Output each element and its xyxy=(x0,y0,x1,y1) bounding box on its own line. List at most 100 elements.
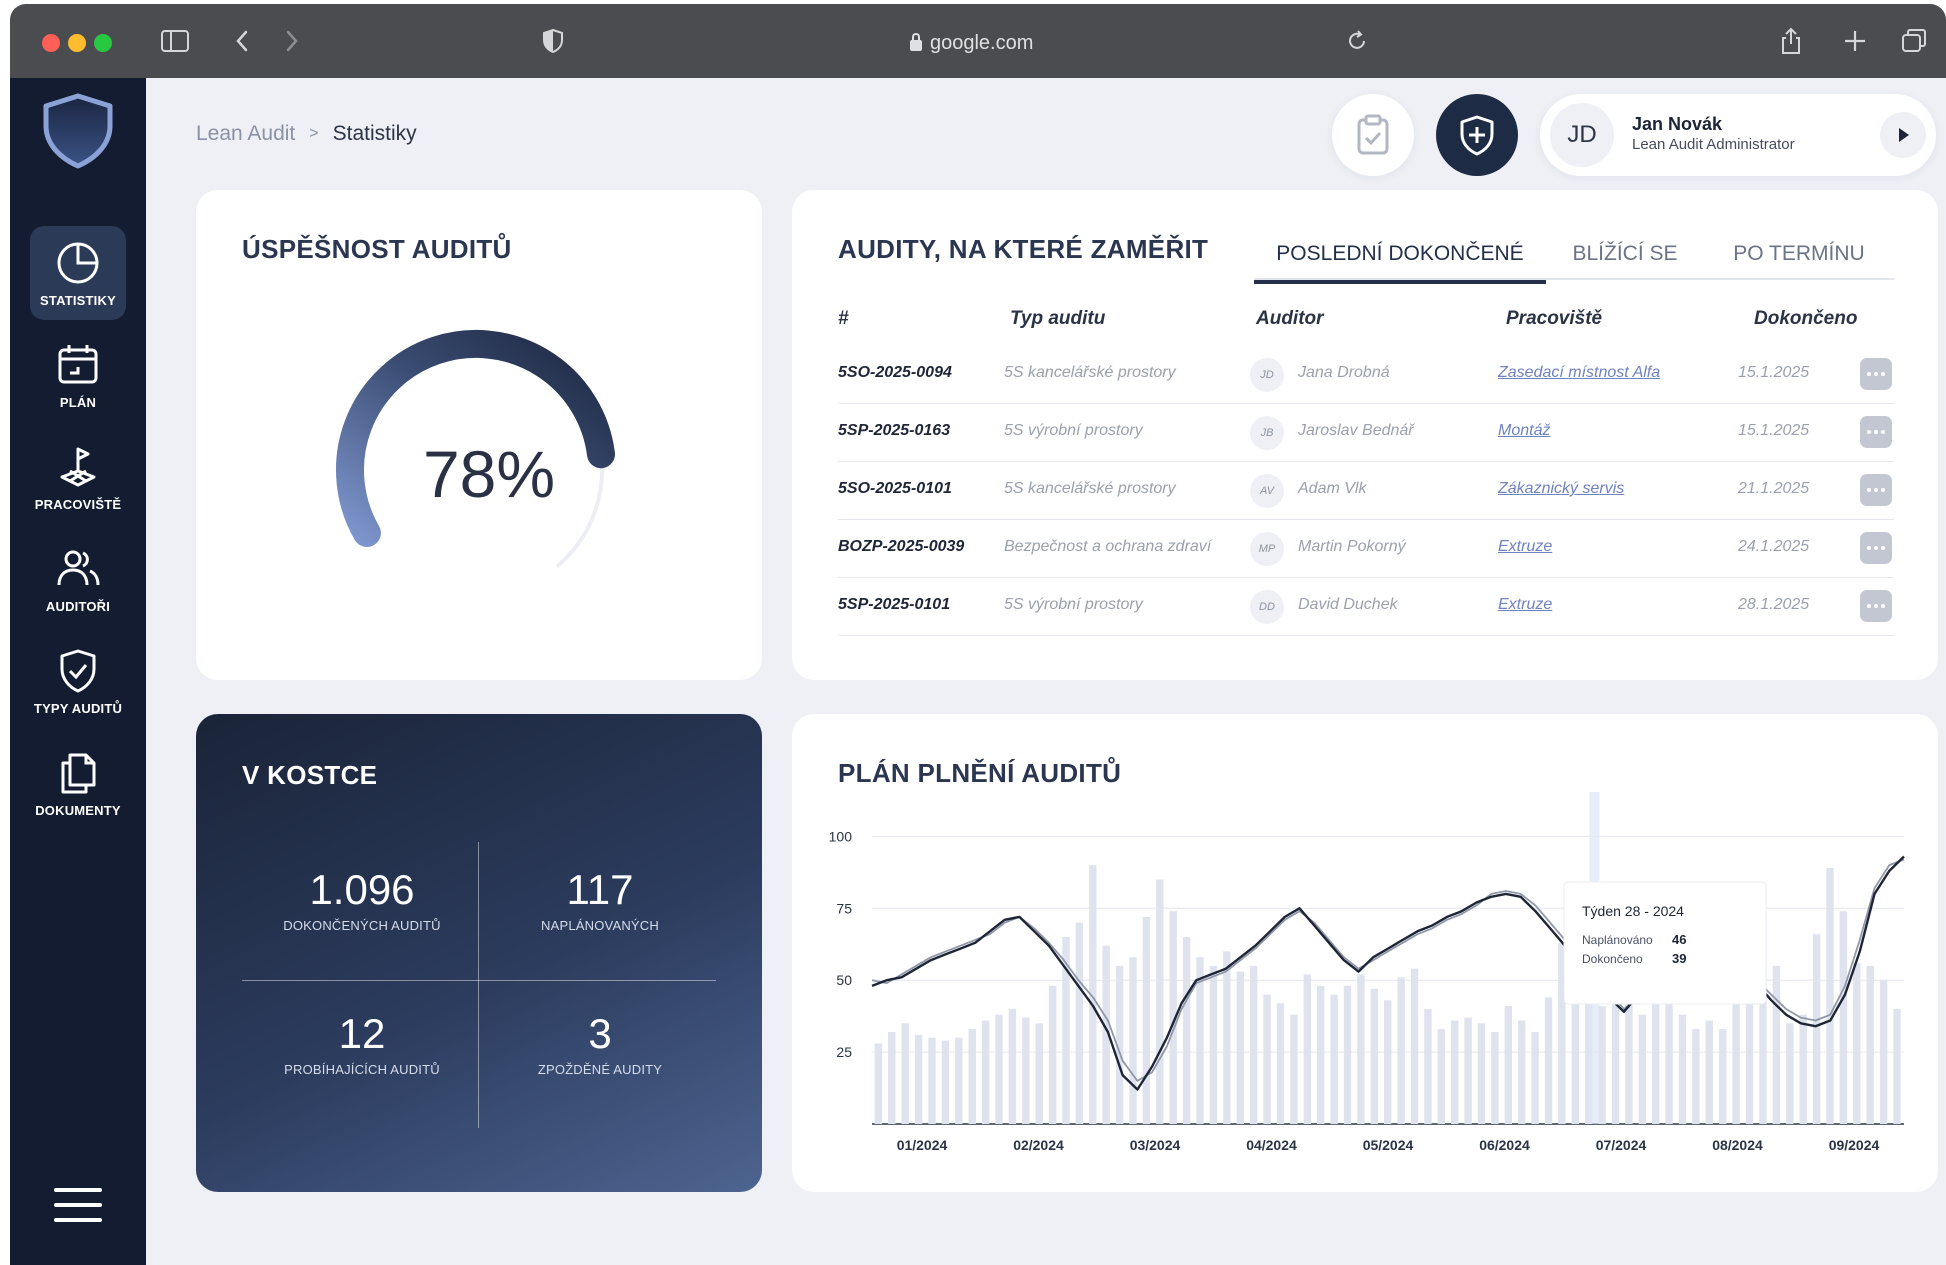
maximize-window-button[interactable] xyxy=(94,34,112,52)
volume-bar xyxy=(1652,985,1660,1124)
sidebar-item-label: PLÁN xyxy=(59,394,97,410)
card-title: ÚSPĚŠNOST AUDITŮ xyxy=(242,234,512,264)
sidebar: STATISTIKY PLÁN PRACOVIŠTĚ AUDITOŘI TYPY… xyxy=(10,78,146,1265)
sidebar-item-plan[interactable]: PLÁN xyxy=(30,328,126,422)
completed-date: 21.1.2025 xyxy=(1738,480,1810,497)
volume-bar xyxy=(1276,1003,1285,1124)
stat-value: 3 xyxy=(588,1010,612,1057)
table-row[interactable]: 5SP-2025-0101 5S výrobní prostory DD Dav… xyxy=(838,578,1894,636)
x-tick-label: 04/2024 xyxy=(1246,1137,1297,1153)
column-header-id[interactable]: # xyxy=(838,308,849,330)
workplace-link[interactable]: Zasedací místnost Alfa xyxy=(1498,364,1660,382)
volume-bar xyxy=(1437,1029,1445,1124)
tooltip-value: 39 xyxy=(1672,951,1686,966)
tab-overview-icon[interactable] xyxy=(1900,26,1928,62)
column-header-workplace[interactable]: Pracoviště xyxy=(1506,308,1602,330)
clipboard-check-icon xyxy=(1357,114,1389,155)
breadcrumb-separator: > xyxy=(309,125,319,142)
row-more-button[interactable] xyxy=(1860,474,1892,506)
volume-bar xyxy=(1223,951,1231,1124)
back-icon[interactable] xyxy=(232,26,252,62)
share-icon[interactable] xyxy=(1778,26,1804,62)
row-more-button[interactable] xyxy=(1860,532,1892,564)
reload-icon[interactable] xyxy=(1346,26,1370,62)
column-header-auditor[interactable]: Auditor xyxy=(1256,308,1324,330)
row-more-button[interactable] xyxy=(1860,590,1892,622)
row-more-button[interactable] xyxy=(1860,416,1892,448)
volume-bar xyxy=(1022,1017,1030,1124)
user-menu-button[interactable] xyxy=(1880,112,1926,158)
new-tab-icon[interactable] xyxy=(1842,26,1868,62)
x-tick-label: 07/2024 xyxy=(1596,1137,1647,1153)
user-profile-card[interactable]: JD Jan Novák Lean Audit Administrator xyxy=(1540,94,1936,176)
volume-bar xyxy=(1182,937,1191,1124)
user-name: Jan Novák xyxy=(1632,114,1723,134)
volume-bar xyxy=(1129,957,1137,1124)
tab-po-terminu[interactable]: PO TERMÍNU xyxy=(1704,234,1894,284)
table-row[interactable]: 5SO-2025-0101 5S kancelářské prostory AV… xyxy=(838,462,1894,520)
row-more-button[interactable] xyxy=(1860,358,1892,390)
workplace-link[interactable]: Extruze xyxy=(1498,596,1552,614)
volume-bar xyxy=(1678,1014,1687,1124)
tab-posledni-dokoncene[interactable]: POSLEDNÍ DOKONČENÉ xyxy=(1254,234,1546,284)
stat-planned: 117 NAPLÁNOVANÝCH xyxy=(482,866,718,933)
sidebar-item-auditori[interactable]: AUDITOŘI xyxy=(30,532,126,626)
shield-logo-icon[interactable] xyxy=(38,90,118,170)
avatar: JD xyxy=(1550,103,1614,167)
close-window-button[interactable] xyxy=(42,34,60,52)
sidebar-item-statistiky[interactable]: STATISTIKY xyxy=(30,226,126,320)
sidebar-toggle-icon[interactable] xyxy=(160,26,190,62)
volume-bar xyxy=(1665,997,1673,1124)
tooltip-label: Naplánováno xyxy=(1582,933,1653,947)
x-tick-label: 03/2024 xyxy=(1130,1137,1181,1153)
browser-toolbar: google.com xyxy=(10,4,1946,78)
stat-value: 12 xyxy=(338,1010,386,1057)
privacy-shield-icon[interactable] xyxy=(540,26,566,62)
volume-bar xyxy=(1692,1029,1700,1124)
volume-bar xyxy=(941,1040,950,1124)
audit-checklist-button[interactable] xyxy=(1332,94,1414,176)
auditor-name: David Duchek xyxy=(1298,596,1398,613)
pie-chart-icon xyxy=(57,242,99,283)
breadcrumb-parent[interactable]: Lean Audit xyxy=(196,122,295,146)
audit-type: Bezpečnost a ochrana zdraví xyxy=(1004,538,1212,555)
address-bar[interactable]: google.com xyxy=(910,32,1033,55)
minimize-window-button[interactable] xyxy=(68,34,86,52)
volume-bar xyxy=(888,1032,896,1124)
forward-icon[interactable] xyxy=(282,26,302,62)
column-header-type[interactable]: Typ auditu xyxy=(1010,308,1105,330)
audit-tabs: POSLEDNÍ DOKONČENÉ BLÍŽÍCÍ SE PO TERMÍNU xyxy=(1254,234,1894,284)
y-tick-label: 50 xyxy=(836,972,852,988)
breadcrumb: Lean Audit > Statistiky xyxy=(196,122,417,146)
workplace-link[interactable]: Montáž xyxy=(1498,422,1550,440)
volume-bar xyxy=(1317,985,1325,1124)
audit-id: BOZP-2025-0039 xyxy=(838,538,965,555)
volume-bar xyxy=(1745,1000,1754,1124)
workplace-link[interactable]: Zákaznický servis xyxy=(1498,480,1624,498)
audit-success-card: ÚSPĚŠNOST AUDITŮ 78% xyxy=(196,190,762,680)
table-row[interactable]: 5SP-2025-0163 5S výrobní prostory JB Jar… xyxy=(838,404,1894,462)
volume-bar xyxy=(901,1023,909,1124)
menu-icon[interactable] xyxy=(54,1188,102,1228)
tab-blizici-se[interactable]: BLÍŽÍCÍ SE xyxy=(1546,234,1704,284)
volume-bar xyxy=(1330,994,1338,1124)
x-tick-label: 05/2024 xyxy=(1363,1137,1414,1153)
x-tick-label: 06/2024 xyxy=(1479,1137,1530,1153)
stat-label: ZPOŽDĚNÉ AUDITY xyxy=(537,1062,663,1077)
table-row[interactable]: BOZP-2025-0039 Bezpečnost a ochrana zdra… xyxy=(838,520,1894,578)
workplace-link[interactable]: Extruze xyxy=(1498,538,1552,556)
column-header-completed[interactable]: Dokončeno xyxy=(1754,308,1857,330)
volume-bar xyxy=(1491,1032,1499,1124)
stat-label: DOKONČENÝCH AUDITŮ xyxy=(283,918,441,933)
auditor-name: Jaroslav Bednář xyxy=(1298,422,1414,439)
sidebar-item-pracoviste[interactable]: PRACOVIŠTĚ xyxy=(30,430,126,524)
volume-bar xyxy=(955,1037,963,1124)
volume-bar xyxy=(1397,977,1405,1124)
sidebar-item-typy-auditu[interactable]: TYPY AUDITŮ xyxy=(30,634,126,728)
card-title: V KOSTCE xyxy=(242,760,378,790)
sidebar-item-dokumenty[interactable]: DOKUMENTY xyxy=(30,736,126,830)
table-row[interactable]: 5SO-2025-0094 5S kancelářské prostory JD… xyxy=(838,346,1894,404)
focus-audits-card: AUDITY, NA KTERÉ ZAMĚŘIT POSLEDNÍ DOKONČ… xyxy=(792,190,1938,680)
new-audit-button[interactable] xyxy=(1436,94,1518,176)
volume-bar xyxy=(1075,922,1084,1124)
